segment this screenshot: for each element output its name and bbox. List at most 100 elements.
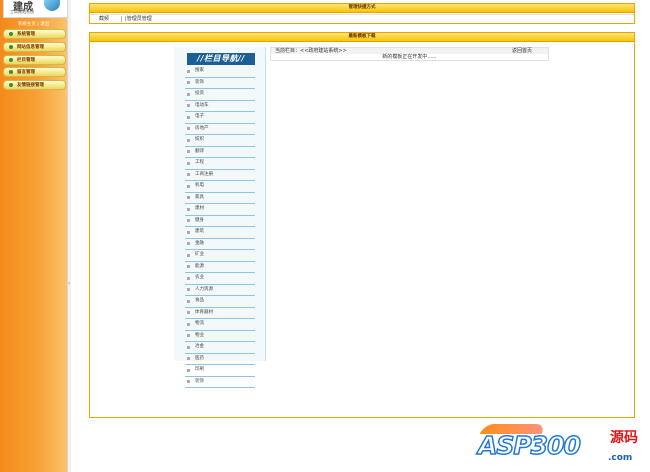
category-nav-item[interactable]: 投资 (185, 89, 255, 101)
square-bullet-icon (187, 196, 190, 199)
category-nav-label: 工程 (195, 160, 204, 165)
category-nav-item[interactable]: 建材 (185, 204, 255, 216)
category-nav-item[interactable]: 建筑 (185, 227, 255, 239)
side-menu-item-site-info[interactable]: 网站信息管理 (3, 41, 66, 52)
admin-management-link[interactable]: |管理员管理 (125, 15, 152, 23)
side-menu-item-system[interactable]: 系统管理 (3, 29, 66, 39)
quick-shortcuts-row: 截频 |管理员管理 (90, 14, 634, 23)
square-bullet-icon (187, 92, 190, 96)
watermark-domain: .com (608, 453, 633, 463)
quick-shortcut-name: 截频 (99, 16, 110, 22)
category-nav-header: //栏目导航// (187, 53, 255, 65)
category-nav-label: 建筑 (195, 229, 204, 234)
category-nav-item[interactable]: 体育器材 (185, 308, 255, 319)
category-nav-label: 医药 (195, 355, 204, 361)
square-bullet-icon (187, 161, 190, 165)
sidebar: 建成 工商建站系统 系统主页 | 退出 系统管理 网站信息管理 栏目管理 留言管… (0, 0, 68, 472)
category-nav-item[interactable]: 金融 (185, 239, 255, 250)
category-nav-item[interactable]: 工商注册 (185, 170, 255, 181)
category-nav-label: 物业 (195, 332, 204, 338)
category-nav-item[interactable]: 装饰 (185, 377, 255, 388)
bullet-icon (9, 83, 13, 88)
system-separator: | (37, 22, 39, 27)
square-bullet-icon (187, 265, 190, 268)
category-nav-item[interactable]: 工程 (185, 158, 255, 170)
square-bullet-icon (187, 242, 190, 245)
category-nav-item[interactable]: 物流 (185, 319, 255, 331)
category-nav-item[interactable]: 食品 (185, 296, 255, 308)
category-nav-item[interactable]: 装饰 (185, 78, 255, 89)
square-bullet-icon (187, 230, 190, 234)
category-nav-item[interactable]: 能源 (185, 262, 255, 273)
square-bullet-icon (187, 322, 190, 326)
square-bullet-icon (187, 115, 190, 119)
side-menu-item-links[interactable]: 友情链接管理 (3, 80, 66, 91)
square-bullet-icon (187, 380, 190, 383)
bullet-icon (9, 44, 13, 49)
square-bullet-icon (187, 345, 190, 349)
side-menu-item-columns[interactable]: 栏目管理 (3, 54, 66, 65)
category-nav-item[interactable]: 健身 (185, 216, 255, 227)
sidebar-collapse-strip[interactable] (67, 0, 71, 472)
logout-link[interactable]: 退出 (40, 22, 49, 27)
category-nav-item[interactable]: 医药 (185, 354, 255, 365)
category-nav-label: 冶金 (195, 344, 204, 349)
category-nav-item[interactable]: 矿业 (185, 250, 255, 262)
admin-management-label: 管理员管理 (126, 16, 152, 22)
square-bullet-icon (187, 276, 190, 280)
square-bullet-icon (187, 184, 190, 188)
side-menu-label: 留言管理 (17, 70, 35, 76)
category-nav-item[interactable]: 印刷 (185, 365, 255, 377)
collapse-arrow-icon[interactable]: ‹ (68, 280, 70, 287)
category-nav-label: 人力资源 (195, 286, 213, 292)
category-nav-item[interactable]: 冶金 (185, 342, 255, 354)
category-nav-label: 印刷 (195, 367, 204, 372)
category-nav-list: 搜家 装饰 投资 电动车 电子 房地产 纺织 翻译 工程 工商注册 机电 家具 建材 健身 建筑 金融 矿业 能源… (185, 66, 255, 388)
category-nav-label: 电动车 (195, 102, 209, 108)
category-nav-label: 装饰 (195, 378, 204, 384)
category-nav-label: 投资 (195, 91, 204, 96)
bullet-icon (9, 70, 13, 75)
category-nav-label: 矿业 (195, 252, 204, 257)
side-menu-label: 友情链接管理 (17, 83, 44, 89)
square-bullet-icon (187, 299, 190, 303)
category-nav-label: 电子 (195, 114, 204, 119)
category-nav-item[interactable]: 农业 (185, 273, 255, 285)
category-nav-label: 建材 (195, 206, 204, 211)
category-nav-item[interactable]: 搜家 (185, 66, 255, 78)
square-bullet-icon (187, 219, 190, 222)
watermark-logo: ASP300 (477, 430, 581, 461)
square-bullet-icon (187, 357, 190, 360)
category-nav-item[interactable]: 翻译 (185, 147, 255, 158)
square-bullet-icon (187, 368, 190, 372)
logo: 建成 工商建站系统 (3, 0, 68, 18)
side-menu-label: 系统管理 (17, 32, 35, 37)
bullet-icon (9, 32, 13, 36)
development-message: 新的模板正在开发中...... (382, 54, 437, 60)
square-bullet-icon (187, 173, 190, 176)
category-nav-label: 家具 (195, 194, 204, 200)
quick-shortcuts-panel: 管理快捷方式 截频 |管理员管理 (89, 3, 635, 24)
category-nav-label: 农业 (195, 275, 204, 280)
square-bullet-icon (187, 150, 190, 153)
watermark-cn: 源码 (610, 430, 638, 446)
side-menu-item-messages[interactable]: 留言管理 (3, 67, 66, 78)
category-nav-item[interactable]: 房地产 (185, 124, 255, 135)
category-nav-label: 能源 (195, 263, 204, 269)
square-bullet-icon (187, 69, 190, 73)
square-bullet-icon (187, 253, 190, 257)
category-nav-label: 装饰 (195, 79, 204, 85)
category-nav: //栏目导航// 搜家 装饰 投资 电动车 电子 房地产 纺织 翻译 工程 工商注册 机电 家具 建材健… (174, 47, 266, 388)
category-nav-item[interactable]: 家具 (185, 193, 255, 204)
category-nav-label: 物流 (195, 321, 204, 326)
category-nav-item[interactable]: 电动车 (185, 101, 255, 112)
category-nav-item[interactable]: 物业 (185, 331, 255, 342)
category-nav-item[interactable]: 电子 (185, 112, 255, 124)
category-nav-item[interactable]: 机电 (185, 181, 255, 193)
square-bullet-icon (187, 334, 190, 337)
category-nav-item[interactable]: 人力资源 (185, 285, 255, 296)
category-nav-item[interactable]: 纺织 (185, 135, 255, 147)
quick-shortcuts-title: 管理快捷方式 (90, 4, 634, 13)
system-home-link[interactable]: 系统主页 (18, 22, 36, 27)
side-menu-label: 网站信息管理 (17, 44, 44, 50)
